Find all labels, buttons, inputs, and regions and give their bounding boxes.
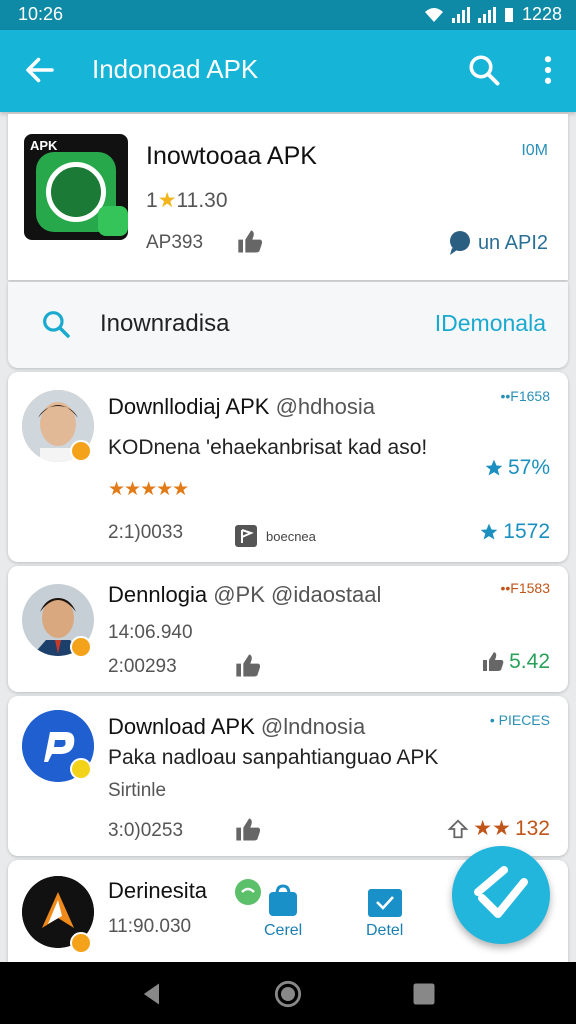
- item-stat: ★★ 132: [447, 816, 550, 841]
- thumbs-up-icon[interactable]: [234, 652, 262, 680]
- item-title: Downllodiaj APK @hdhosia: [108, 394, 375, 419]
- item-tag[interactable]: boecnea: [234, 524, 316, 548]
- floating-action-button[interactable]: [452, 846, 550, 944]
- star-icon: [485, 459, 503, 476]
- thumbs-up-icon[interactable]: [234, 816, 262, 844]
- bag-icon: [269, 884, 298, 916]
- item-subtitle: Paka nadloau sanpahtianguao APK: [108, 746, 439, 769]
- item-meta: 2:1)0033: [108, 522, 184, 543]
- signal-icon-2: [477, 6, 496, 23]
- wifi-icon: [424, 7, 443, 22]
- item-corner-code: ••F1583: [500, 580, 551, 596]
- item-count: 1572: [479, 520, 550, 544]
- item-corner-code: • PIECES: [489, 712, 550, 728]
- share-icon: [447, 818, 469, 838]
- status-bar: 10:26 1228: [0, 0, 576, 30]
- status-clock: 1228: [521, 4, 562, 24]
- inbox-icon: [367, 889, 402, 917]
- thumbs-up-icon[interactable]: [236, 228, 264, 256]
- location-pin-icon: [449, 231, 470, 255]
- item-date: 11:90.030: [108, 916, 192, 937]
- link-icon: [235, 879, 261, 905]
- app-bar: Indonoad APK: [0, 30, 576, 112]
- star-rating: ★★★★★: [108, 479, 189, 500]
- arrow-left-icon[interactable]: [22, 52, 58, 88]
- star-icon: [480, 523, 498, 540]
- thumbs-up-icon: [483, 652, 504, 671]
- item-stat: 5.42: [481, 650, 550, 674]
- tab-cerel[interactable]: Cerel: [264, 884, 302, 940]
- search-text: Inownradisa: [100, 310, 230, 337]
- avatar-badge: [70, 758, 92, 780]
- item-meta: 2:00293: [108, 656, 177, 677]
- item-subtitle: KODnena 'ehaekanbrisat kad aso!: [108, 436, 428, 459]
- avatar-badge: [70, 932, 92, 954]
- featured-app-card[interactable]: APK Inowtooaa APK 1★11.30 AP393 I0M un A…: [8, 114, 568, 280]
- check-icon: [474, 866, 528, 918]
- item-percent: 57%: [484, 456, 550, 480]
- system-nav-bar: [0, 962, 576, 1024]
- nav-back-icon[interactable]: [138, 980, 166, 1008]
- item-title: Derinesita: [108, 878, 208, 903]
- signal-icon: [451, 6, 470, 23]
- list-item[interactable]: Downllodiaj APK @hdhosia KODnena 'ehaeka…: [8, 372, 568, 562]
- flag-icon: [235, 525, 257, 547]
- app-name: Inowtooaa APK: [146, 142, 317, 170]
- app-icon: APK: [24, 134, 128, 240]
- status-time: 10:26: [18, 4, 64, 24]
- item-meta: 3:0)0253: [108, 820, 184, 841]
- app-icon-label: APK: [30, 138, 58, 153]
- nav-home-icon[interactable]: [274, 980, 302, 1008]
- search-icon: [43, 311, 70, 338]
- item-title: Dennlogia @PK @idaostaal: [108, 582, 382, 607]
- list-item[interactable]: Dennlogia @PK @idaostaal 14:06.940 2:002…: [8, 566, 568, 692]
- list-item[interactable]: Download APK @lndnosia Paka nadloau sanp…: [8, 696, 568, 856]
- more-vert-icon[interactable]: [538, 52, 558, 88]
- nav-recents-icon[interactable]: [410, 980, 438, 1008]
- search-link[interactable]: IDemonala: [435, 310, 546, 337]
- item-subtext: Sirtinle: [108, 780, 167, 801]
- search-icon[interactable]: [466, 52, 502, 88]
- item-title: Download APK @lndnosia: [108, 714, 366, 739]
- tab-detel[interactable]: Detel: [366, 888, 403, 940]
- avatar-badge: [70, 440, 92, 462]
- app-code: AP393: [146, 232, 204, 253]
- app-rating: 1★11.30: [146, 189, 228, 212]
- app-location[interactable]: un API2: [448, 230, 548, 256]
- avatar-badge: [70, 636, 92, 658]
- battery-icon: [504, 7, 513, 22]
- item-corner-code: ••F1658: [500, 388, 551, 404]
- item-date: 14:06.940: [108, 622, 193, 643]
- search-row[interactable]: Inownradisa IDemonala: [8, 282, 568, 368]
- app-size: I0M: [521, 142, 548, 159]
- page-title: Indonoad APK: [92, 54, 259, 84]
